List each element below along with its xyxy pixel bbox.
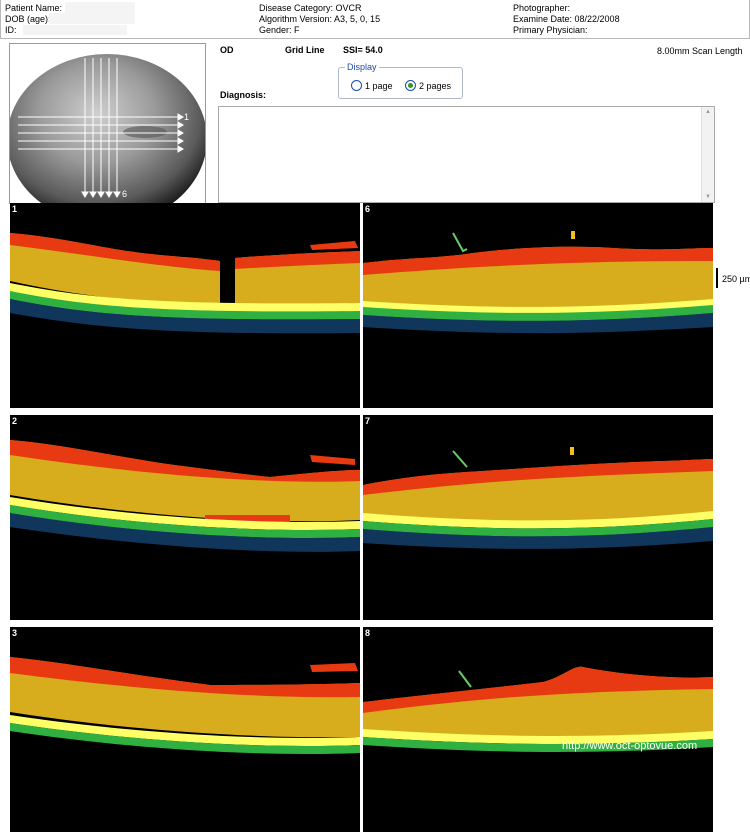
scan-type-label: Grid Line [285,45,325,55]
fundus-marker-horizontal: 1 [184,112,190,122]
oct-bscan-image-3 [10,657,360,755]
gender: Gender: F [259,25,300,35]
two-pages-radio[interactable]: 2 pages [405,80,451,91]
radio-selected-icon [405,80,416,91]
oct-bscan-image-6 [363,231,713,334]
scan-number: 8 [365,628,371,638]
eye-label: OD [220,45,234,55]
redacted-patient-name [65,2,135,13]
diagnosis-scrollbar[interactable]: ▲ ▼ [701,107,714,202]
photographer: Photographer: [513,3,571,13]
dob-label: DOB (age): [5,14,51,24]
one-page-radio[interactable]: 1 page [351,80,393,91]
redacted-id [23,25,127,35]
oct-bscan-image-2 [10,440,360,552]
scan-length-label: 8.00mm Scan Length [657,46,743,56]
scan-number: 3 [12,628,18,638]
oct-scan-8: 8 [363,627,713,832]
fundus-marker-vertical: 6 [122,189,128,199]
diagnosis-textbox[interactable]: ▲ ▼ [218,106,715,203]
oct-bscan-image-1 [10,233,360,334]
oct-scan-2: 2 [10,415,360,620]
fundus-image: 1 6 [9,43,206,204]
oct-scan-6: 6 [363,203,713,408]
scan-number: 6 [365,204,371,214]
algorithm-version: Algorithm Version: A3, 5, 0, 15 [259,14,381,24]
oct-scan-3: 3 [10,627,360,832]
scale-bar [716,268,718,288]
examine-date: Examine Date: 08/22/2008 [513,14,620,24]
scan-number: 7 [365,416,371,426]
scan-number: 2 [12,416,18,426]
scan-number: 1 [12,204,18,214]
radio-circle-icon [351,80,362,91]
scroll-down-icon[interactable]: ▼ [705,194,711,200]
scroll-up-icon[interactable]: ▲ [705,109,711,115]
oct-scan-7: 7 [363,415,713,620]
disease-category: Disease Category: OVCR [259,3,362,13]
oct-bscan-image-7 [363,447,713,549]
redacted-dob [49,13,135,24]
display-group: Display 1 page 2 pages [338,62,463,99]
display-legend: Display [345,62,379,72]
one-page-label: 1 page [365,80,393,91]
oct-scan-1: 1 [10,203,360,408]
ssi-label: SSI= 54.0 [343,45,383,55]
watermark: http://www.oct-optovue.com [562,740,698,752]
oct-bscan-image-8 [363,666,713,752]
report-header: Patient Name: DOB (age): ID: Disease Cat… [0,0,750,39]
two-pages-label: 2 pages [419,80,452,91]
scale-label: 250 µm [722,274,750,284]
primary-physician: Primary Physician: [513,25,588,35]
id-label: ID: [5,25,17,35]
diagnosis-label: Diagnosis: [220,90,267,100]
